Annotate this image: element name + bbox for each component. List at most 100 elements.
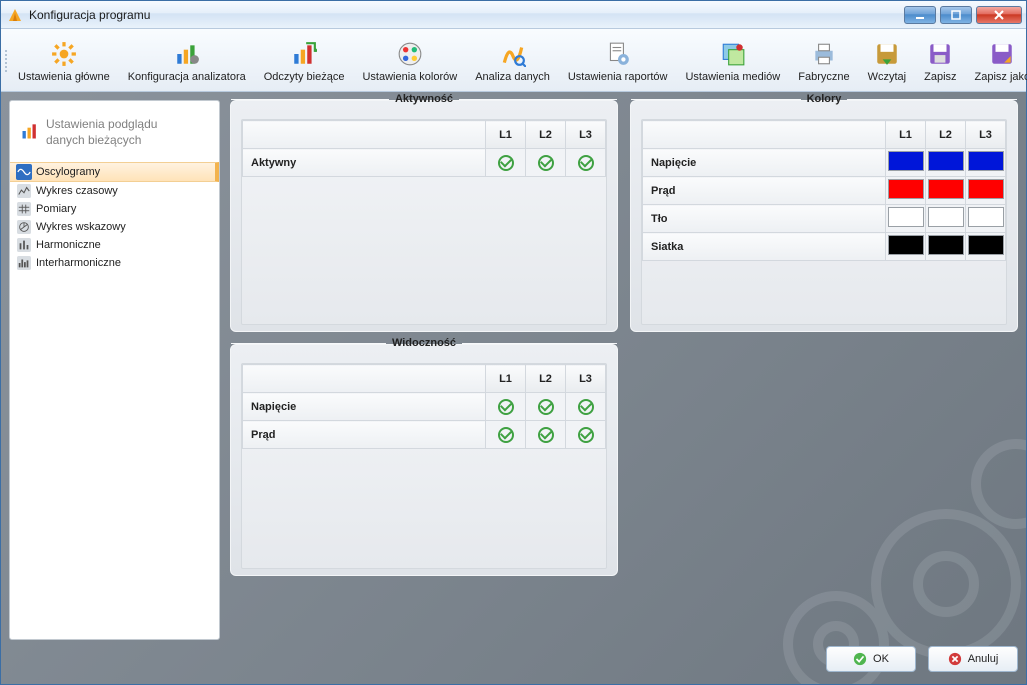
toolbar-ustawienia-kolorow[interactable]: Ustawienia kolorów bbox=[353, 31, 466, 91]
toolbar-label: Zapisz bbox=[924, 71, 956, 83]
table-row: Prąd bbox=[643, 177, 1006, 205]
check-icon bbox=[578, 399, 594, 415]
color-cell[interactable] bbox=[926, 233, 966, 261]
report-gear-icon bbox=[604, 40, 632, 68]
row-label: Prąd bbox=[243, 421, 486, 449]
close-button[interactable] bbox=[976, 6, 1022, 24]
sidebar-item-harmoniczne[interactable]: Harmoniczne bbox=[10, 236, 219, 254]
ok-button[interactable]: OK bbox=[826, 646, 916, 672]
col-l3: L3 bbox=[566, 121, 606, 149]
disk-save-as-icon bbox=[988, 40, 1016, 68]
sidebar-item-oscylogramy[interactable]: Oscylogramy bbox=[10, 162, 219, 182]
checkbox-cell[interactable] bbox=[526, 421, 566, 449]
checkbox-cell[interactable] bbox=[566, 149, 606, 177]
checkbox-cell[interactable] bbox=[566, 393, 606, 421]
toolbar-ustawienia-raportow[interactable]: Ustawienia raportów bbox=[559, 31, 677, 91]
sidebar-heading-line2: danych bieżących bbox=[46, 133, 157, 149]
sidebar-item-label: Interharmoniczne bbox=[36, 257, 121, 269]
toolbar-ustawienia-glowne[interactable]: Ustawienia główne bbox=[9, 31, 119, 91]
checkbox-cell[interactable] bbox=[486, 421, 526, 449]
toolbar-wczytaj[interactable]: Wczytaj bbox=[859, 31, 916, 91]
sidebar-heading-line1: Ustawienia podglądu bbox=[46, 117, 157, 133]
row-label: Siatka bbox=[643, 233, 886, 261]
cancel-button[interactable]: Anuluj bbox=[928, 646, 1018, 672]
color-swatch bbox=[928, 179, 964, 199]
toolbar-fabryczne[interactable]: Fabryczne bbox=[789, 31, 858, 91]
toolbar-zapisz-jako[interactable]: Zapisz jako bbox=[966, 31, 1027, 91]
titlebar: Konfiguracja programu bbox=[1, 1, 1026, 29]
sidebar: Ustawienia podglądu danych bieżących Osc… bbox=[9, 100, 220, 640]
panel-title: Aktywność bbox=[389, 93, 459, 105]
check-icon bbox=[538, 399, 554, 415]
color-swatch bbox=[928, 235, 964, 255]
bars-small-icon bbox=[16, 255, 32, 271]
toolbar-konfiguracja-analizatora[interactable]: Konfiguracja analizatora bbox=[119, 31, 255, 91]
check-icon bbox=[538, 427, 554, 443]
minimize-button[interactable] bbox=[904, 6, 936, 24]
sidebar-item-label: Pomiary bbox=[36, 203, 76, 215]
sidebar-item-interharmoniczne[interactable]: Interharmoniczne bbox=[10, 254, 219, 272]
toolbar-zapisz[interactable]: Zapisz bbox=[915, 31, 965, 91]
window-title: Konfiguracja programu bbox=[29, 8, 150, 22]
checkbox-cell[interactable] bbox=[526, 393, 566, 421]
check-icon bbox=[538, 155, 554, 171]
col-l1: L1 bbox=[886, 121, 926, 149]
cancel-red-icon bbox=[948, 652, 962, 666]
phasor-icon bbox=[16, 219, 32, 235]
ok-label: OK bbox=[873, 653, 889, 665]
table-row: Prąd bbox=[243, 421, 606, 449]
activity-table: L1 L2 L3 Aktywny bbox=[242, 120, 606, 177]
toolbar-label: Konfiguracja analizatora bbox=[128, 71, 246, 83]
check-icon bbox=[578, 155, 594, 171]
toolbar-label: Zapisz jako bbox=[975, 71, 1027, 83]
color-cell[interactable] bbox=[966, 177, 1006, 205]
color-cell[interactable] bbox=[966, 149, 1006, 177]
sidebar-item-wykres-czasowy[interactable]: Wykres czasowy bbox=[10, 182, 219, 200]
color-cell[interactable] bbox=[926, 177, 966, 205]
toolbar-label: Ustawienia główne bbox=[18, 71, 110, 83]
toolbar-odczyty-biezace[interactable]: Odczyty bieżące bbox=[255, 31, 354, 91]
color-cell[interactable] bbox=[926, 149, 966, 177]
table-row: Tło bbox=[643, 205, 1006, 233]
sidebar-heading: Ustawienia podglądu danych bieżących bbox=[10, 107, 219, 162]
toolbar-label: Fabryczne bbox=[798, 71, 849, 83]
sidebar-item-pomiary[interactable]: Pomiary bbox=[10, 200, 219, 218]
header-empty bbox=[243, 121, 486, 149]
color-cell[interactable] bbox=[886, 205, 926, 233]
color-cell[interactable] bbox=[886, 177, 926, 205]
panels-area: Aktywność L1 L2 L3 Aktywny bbox=[230, 100, 1018, 676]
toolbar-ustawienia-mediow[interactable]: Ustawienia mediów bbox=[676, 31, 789, 91]
bars-gear-icon bbox=[173, 40, 201, 68]
color-cell[interactable] bbox=[926, 205, 966, 233]
color-swatch bbox=[968, 179, 1004, 199]
sidebar-item-wykres-wskazowy[interactable]: Wykres wskazowy bbox=[10, 218, 219, 236]
color-cell[interactable] bbox=[886, 149, 926, 177]
color-swatch bbox=[888, 235, 924, 255]
toolbar-label: Ustawienia mediów bbox=[685, 71, 780, 83]
col-l1: L1 bbox=[486, 121, 526, 149]
checkbox-cell[interactable] bbox=[486, 393, 526, 421]
maximize-button[interactable] bbox=[940, 6, 972, 24]
color-cell[interactable] bbox=[966, 233, 1006, 261]
table-row: Napięcie bbox=[643, 149, 1006, 177]
col-l3: L3 bbox=[966, 121, 1006, 149]
checkbox-cell[interactable] bbox=[526, 149, 566, 177]
color-cell[interactable] bbox=[886, 233, 926, 261]
bars-small-icon bbox=[16, 237, 32, 253]
sidebar-item-label: Wykres czasowy bbox=[36, 185, 118, 197]
table-icon bbox=[16, 201, 32, 217]
row-label: Napięcie bbox=[243, 393, 486, 421]
check-icon bbox=[498, 155, 514, 171]
checkbox-cell[interactable] bbox=[566, 421, 606, 449]
checkbox-cell[interactable] bbox=[486, 149, 526, 177]
toolbar-analiza-danych[interactable]: Analiza danych bbox=[466, 31, 559, 91]
analyze-icon bbox=[499, 40, 527, 68]
sidebar-item-label: Oscylogramy bbox=[36, 166, 100, 178]
check-icon bbox=[498, 427, 514, 443]
panel-colors: Kolory L1 L2 L3 Napięcie bbox=[630, 100, 1018, 332]
color-cell[interactable] bbox=[966, 205, 1006, 233]
toolbar-label: Analiza danych bbox=[475, 71, 550, 83]
window-buttons bbox=[904, 6, 1022, 24]
table-row: Napięcie bbox=[243, 393, 606, 421]
panel-title: Kolory bbox=[801, 93, 848, 105]
